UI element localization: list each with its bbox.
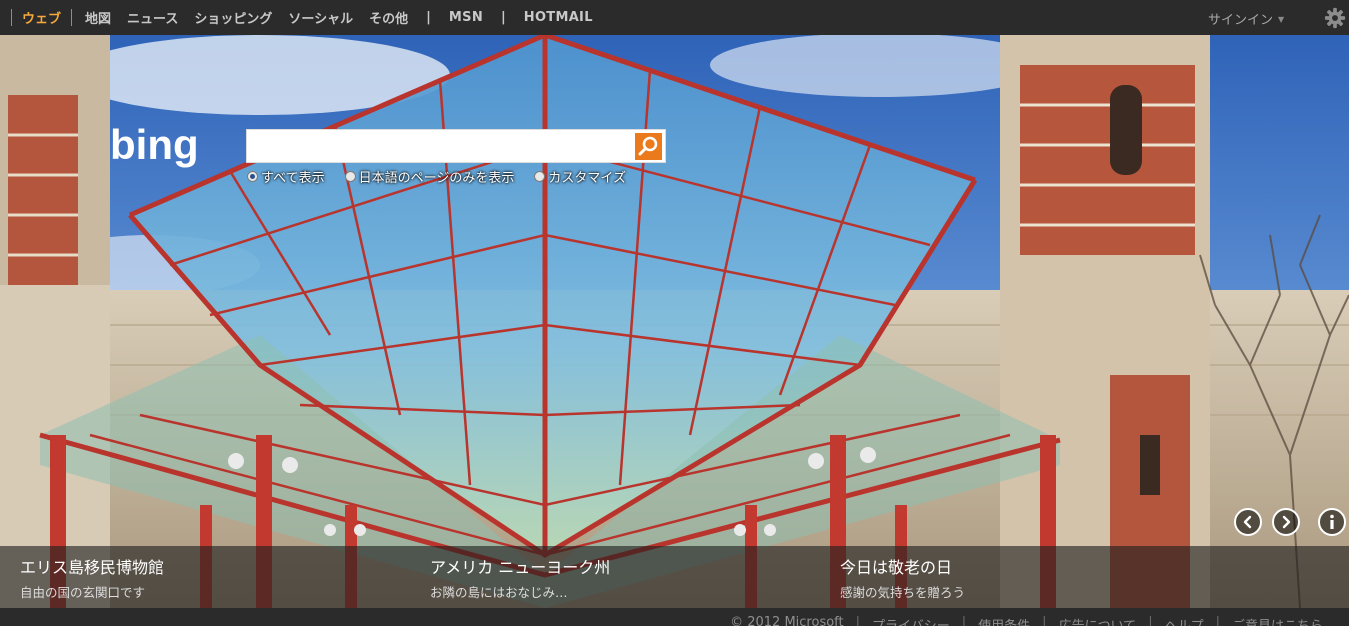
caption-item[interactable]: アメリカ ニューヨーク州 お隣の島にはおなじみ… bbox=[430, 554, 610, 601]
footer: © 2012 Microsoft | プライバシー | 使用条件 | 広告につい… bbox=[0, 608, 1349, 626]
option-all-label: すべて表示 bbox=[261, 171, 325, 186]
chevron-left-icon bbox=[1243, 515, 1252, 529]
nav-item-maps[interactable]: 地図 bbox=[72, 8, 119, 27]
chevron-down-icon: ▼ bbox=[1278, 15, 1285, 24]
bing-logo[interactable]: bing bbox=[108, 125, 238, 175]
caption-item[interactable]: 今日は敬老の日 感謝の気持ちを贈ろう bbox=[840, 554, 965, 601]
gear-icon[interactable] bbox=[1324, 7, 1346, 29]
option-all[interactable]: すべて表示 bbox=[247, 167, 325, 186]
footer-link-feedback[interactable]: ご意見はこちら bbox=[1220, 615, 1335, 626]
caption-title: エリス島移民博物館 bbox=[20, 558, 165, 577]
signin-label: サインイン bbox=[1208, 13, 1274, 28]
radio-all[interactable] bbox=[247, 171, 258, 182]
footer-link-privacy[interactable]: プライバシー bbox=[860, 615, 962, 626]
search-input[interactable] bbox=[253, 133, 633, 159]
nav-item-more[interactable]: その他 bbox=[361, 8, 416, 27]
radio-japanese-only[interactable] bbox=[344, 171, 356, 182]
footer-link-advertise[interactable]: 広告について bbox=[1047, 615, 1149, 626]
search-box bbox=[246, 129, 666, 163]
nav-separator: | bbox=[426, 10, 431, 25]
logo-text: bing bbox=[110, 125, 199, 168]
caption-subtitle: 自由の国の玄関口です bbox=[20, 585, 146, 600]
signin-link[interactable]: サインイン ▼ bbox=[1208, 9, 1284, 28]
nav-separator: | bbox=[501, 10, 506, 25]
info-icon bbox=[1330, 514, 1334, 529]
next-image-button[interactable] bbox=[1272, 508, 1300, 536]
option-customize-label: カスタマイズ bbox=[548, 171, 626, 186]
background-photo bbox=[0, 35, 1349, 608]
chevron-right-icon bbox=[1282, 515, 1291, 529]
caption-subtitle: お隣の島にはおなじみ… bbox=[430, 585, 568, 600]
hotspot-caption-strip: エリス島移民博物館 自由の国の玄関口です アメリカ ニューヨーク州 お隣の島には… bbox=[0, 546, 1349, 608]
nav-item-news[interactable]: ニュース bbox=[119, 8, 186, 27]
nav-item-social[interactable]: ソーシャル bbox=[280, 8, 361, 27]
search-button[interactable] bbox=[635, 133, 662, 160]
option-japanese-only[interactable]: 日本語のページのみを表示 bbox=[344, 167, 515, 186]
option-japanese-only-label: 日本語のページのみを表示 bbox=[358, 171, 515, 186]
search-options: すべて表示 日本語のページのみを表示 カスタマイズ bbox=[247, 167, 646, 186]
nav-item-hotmail[interactable]: HOTMAIL bbox=[516, 10, 601, 25]
scope-nav: ウェブ 地図 ニュース ショッピング ソーシャル その他 | MSN | HOT… bbox=[11, 0, 601, 35]
footer-link-terms[interactable]: 使用条件 bbox=[966, 615, 1042, 626]
nav-item-web[interactable]: ウェブ bbox=[12, 8, 71, 27]
footer-links: © 2012 Microsoft | プライバシー | 使用条件 | 広告につい… bbox=[718, 615, 1335, 626]
homepage-hero: bing すべて表示 日本語のページのみを表示 カスタマイズ エリス島移民博物館… bbox=[0, 35, 1349, 608]
caption-subtitle: 感謝の気持ちを贈ろう bbox=[840, 585, 966, 600]
radio-customize[interactable] bbox=[534, 171, 546, 182]
prev-image-button[interactable] bbox=[1234, 508, 1262, 536]
image-info-button[interactable] bbox=[1318, 508, 1346, 536]
option-customize[interactable]: カスタマイズ bbox=[534, 167, 626, 186]
caption-title: 今日は敬老の日 bbox=[840, 558, 953, 577]
top-bar: ウェブ 地図 ニュース ショッピング ソーシャル その他 | MSN | HOT… bbox=[0, 0, 1349, 35]
footer-link-help[interactable]: ヘルプ bbox=[1153, 615, 1216, 626]
caption-item[interactable]: エリス島移民博物館 自由の国の玄関口です bbox=[20, 554, 164, 601]
caption-title: アメリカ ニューヨーク州 bbox=[430, 558, 611, 577]
nav-item-shopping[interactable]: ショッピング bbox=[186, 8, 280, 27]
nav-item-msn[interactable]: MSN bbox=[441, 10, 491, 25]
copyright: © 2012 Microsoft bbox=[730, 615, 844, 626]
search-icon bbox=[638, 136, 658, 156]
